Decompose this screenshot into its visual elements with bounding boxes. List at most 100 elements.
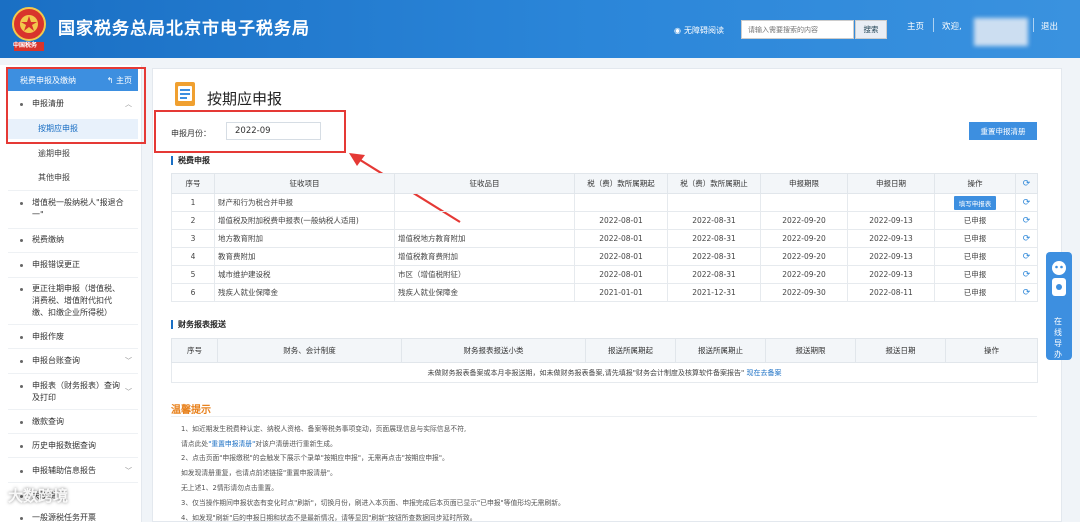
header-divider [1033,18,1034,32]
sidebar-subitem-overdue[interactable]: 逾期申报 [8,144,138,164]
sidebar-item-void[interactable]: 申报作废 [8,331,138,343]
row-index: 6 [171,283,215,302]
deadline: 2022-09-20 [760,211,848,230]
notice-line: 3、仅当操作期间申报状态有变化时点"刷新"，切换月份，刷进入本页面、申报完成后本… [181,499,565,507]
tax-subitem: 增值税教育费附加 [394,247,575,266]
sidebar-item-past-correction[interactable]: 更正往期申报（增值税、消费税、增值附代扣代缴、扣缴企业所得税） [8,283,138,319]
finance-section-title: 财务报表报送 [171,320,226,329]
refresh-icon[interactable]: ⟳ [1023,198,1031,208]
notice-title: 温馨提示 [171,405,211,416]
notice-text: 请点此处 [181,440,209,448]
welcome-text: 欢迎, [942,22,962,32]
reset-list-link[interactable]: "重置申报清册" [208,440,255,448]
declare-date: 2022-08-11 [847,283,935,302]
annotation-highlight-sidebar [6,67,146,144]
search-input[interactable] [741,20,854,39]
period-end: 2022-08-31 [667,229,761,248]
column-header: 序号 [171,173,215,194]
refresh-icon[interactable]: ⟳ [1023,270,1031,280]
sidebar-subitem-label: 逾期申报 [38,149,70,158]
declare-date: 2022-09-13 [847,247,935,266]
sidebar-divider [8,373,138,374]
refresh-icon[interactable]: ⟳ [1023,252,1031,262]
column-header: 申报期限 [760,173,848,194]
refresh-cell: ⟳ [1015,247,1038,266]
refresh-icon[interactable]: ⟳ [1023,288,1031,298]
watermark-logo: 大数跨境 [8,487,69,505]
sidebar-subitem-other[interactable]: 其他申报 [8,168,138,188]
fill-form-button[interactable]: 填写申报表 [953,195,997,210]
refresh-icon[interactable]: ⟳ [1023,179,1031,189]
period-start: 2022-08-01 [574,229,668,248]
tax-item: 增值税及附加税费申报表(一般纳税人适用) [214,211,395,230]
column-header: 序号 [171,338,218,363]
accessibility-label: 无障碍阅读 [683,26,724,35]
column-header: 征收品目 [394,173,575,194]
tax-subitem: 市区（增值税附征） [394,265,575,284]
tax-item: 地方教育附加 [214,229,395,248]
chevron-down-icon: ﹀ [125,357,132,365]
refresh-header-icon[interactable]: ⟳ [1015,173,1038,194]
sidebar-divider [8,277,138,278]
sidebar-subitem-label: 其他申报 [38,173,70,182]
tax-item: 财产和行为税合并申报 [214,193,395,212]
column-header: 报送期限 [765,338,856,363]
search-button[interactable]: 搜索 [855,20,887,39]
declare-date [847,193,935,212]
status-text: 已申报 [934,247,1016,266]
sidebar-item-payment-query[interactable]: 缴款查询 [8,416,138,428]
notice-line: 2、点击页面"申报缴税"的会触发下展示个录单"按期应申报"，无需再点击"按期应申… [181,454,449,462]
period-end: 2022-08-31 [667,265,761,284]
online-guide-tab[interactable]: 在线导办 [1046,252,1072,360]
sidebar-item-payment[interactable]: 税费缴纳 [8,234,138,246]
period-start: 2022-08-01 [574,247,668,266]
table-row: 6 残疾人就业保障金 残疾人就业保障金 2021-01-01 2021-12-3… [171,283,1038,302]
sidebar-item-report-query[interactable]: 申报表（财务报表）查询及打印 ﹀ [8,380,138,404]
refresh-icon[interactable]: ⟳ [1023,234,1031,244]
sidebar-item-label: 缴款查询 [32,417,64,426]
logout-link[interactable]: 退出 [1041,20,1058,32]
sidebar-item-label: 历史申报数据查询 [32,441,96,450]
sidebar-item-correction[interactable]: 申报错误更正 [8,259,138,271]
sidebar-item-history[interactable]: 历史申报数据查询 [8,440,138,452]
finance-report-table: 序号 财务、会计制度 财务报表报送小类 报送所属期起 报送所属期止 报送期限 报… [171,338,1038,383]
period-start: 2021-01-01 [574,283,668,302]
status-text: 已申报 [934,283,1016,302]
refresh-icon[interactable]: ⟳ [1023,216,1031,226]
chevron-down-icon: ﹀ [125,388,132,396]
sidebar-item-invoice[interactable]: 一般源税任务开票 [8,512,138,522]
accessibility-button[interactable]: ◉ 无障碍阅读 [674,25,724,36]
tax-section-title: 税费申报 [171,156,210,165]
column-header: 征收项目 [214,173,395,194]
notice-divider [171,416,1037,417]
declaration-book-icon [175,82,195,106]
sidebar-item-ledger[interactable]: 申报台账查询 ﹀ [8,355,138,367]
period-start: 2022-08-01 [574,211,668,230]
user-name-redacted [974,18,1028,46]
bullet-icon [20,239,23,242]
notice-line: 1、如近期发生税费种认定、纳税人资格、备案等税务事项变动，页面展现信息与实际信息… [181,425,467,433]
go-filing-link[interactable]: 现在去备案 [746,369,781,377]
period-end [667,193,761,212]
column-header: 操作 [934,173,1016,194]
status-text: 已申报 [934,229,1016,248]
sidebar-item-label: 一般源税任务开票 [32,513,96,522]
declare-date: 2022-09-13 [847,265,935,284]
header-divider [933,18,934,32]
column-header: 税（费）款所属期起 [574,173,668,194]
home-link[interactable]: 主页 [907,20,924,32]
sidebar-item-vat-refund[interactable]: 增值税一般纳税人"报退合一" [8,197,138,223]
column-header: 申报日期 [847,173,935,194]
column-header: 操作 [945,338,1038,363]
column-header: 财务、会计制度 [217,338,402,363]
column-header: 报送日期 [855,338,946,363]
action-cell: 填写申报表 [934,193,1016,212]
bullet-icon [20,445,23,448]
table-header-row: 序号 财务、会计制度 财务报表报送小类 报送所属期起 报送所属期止 报送期限 报… [171,338,1038,363]
period-end: 2021-12-31 [667,283,761,302]
bullet-icon [20,470,23,473]
reset-list-button[interactable]: 重置申报清册 [969,122,1037,140]
sidebar-item-aux-report[interactable]: 申报辅助信息报告 ﹀ [8,465,138,477]
status-text: 已申报 [934,211,1016,230]
bullet-icon [20,288,23,291]
